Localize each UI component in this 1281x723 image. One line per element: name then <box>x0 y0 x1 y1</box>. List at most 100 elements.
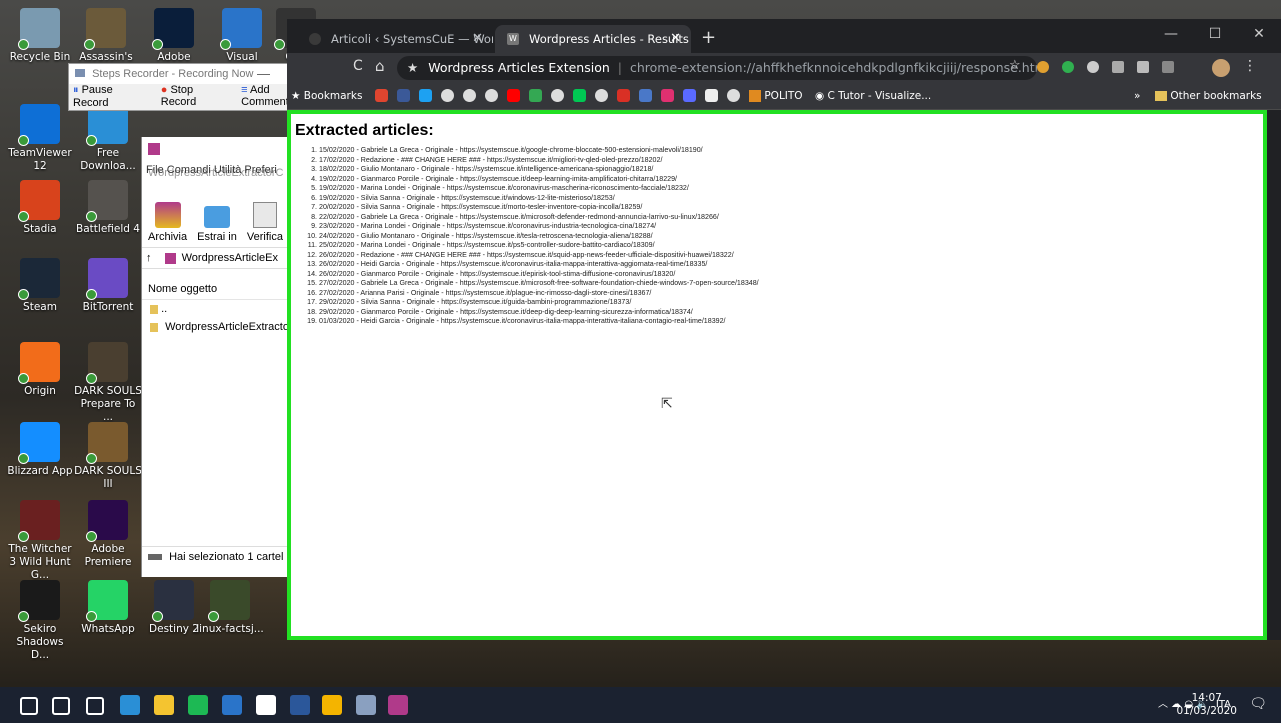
dropbox-icon[interactable] <box>683 89 696 102</box>
desktop-icon-label: Blizzard App <box>7 465 73 477</box>
edge-icon[interactable] <box>120 695 140 715</box>
bookmark-app-icon[interactable] <box>661 89 674 102</box>
verify-button[interactable]: Verifica <box>247 202 283 243</box>
desktop-icon-7[interactable]: Stadia <box>6 180 74 236</box>
globe-icon[interactable] <box>485 89 498 102</box>
extension-circle-icon[interactable] <box>1087 61 1099 73</box>
address-bar[interactable]: ★ Wordpress Articles Extension | chrome-… <box>397 56 1037 80</box>
desktop-icon-14[interactable]: DARK SOULS III <box>74 422 142 491</box>
bookmark-ctutor[interactable]: ◉ C Tutor - Visualize... <box>815 83 931 109</box>
desktop-icon-12[interactable]: DARK SOULS Prepare To ... <box>74 342 142 424</box>
extension-w-icon[interactable] <box>1162 61 1174 73</box>
twitter-icon[interactable] <box>419 89 432 102</box>
vscode-icon[interactable] <box>222 695 242 715</box>
address-bar[interactable]: ↑ WordpressArticleEx <box>142 247 288 269</box>
notification-icon[interactable]: 🗨 <box>1249 696 1267 712</box>
article-item: 19/02/2020 - Silvia Sanna - Originale - … <box>319 194 1263 204</box>
google-plus-icon[interactable] <box>375 89 388 102</box>
globe-icon[interactable] <box>595 89 608 102</box>
desktop-icon-17[interactable]: Sekiro Shadows D... <box>6 580 74 662</box>
start-icon[interactable] <box>20 697 38 715</box>
desktop-icon-15[interactable]: The Witcher 3 Wild Hunt G... <box>6 500 74 582</box>
facebook-icon[interactable] <box>397 89 410 102</box>
search-icon[interactable] <box>52 697 70 715</box>
desktop-icon-5[interactable]: TeamViewer 12 <box>6 104 74 173</box>
desktop-icon-11[interactable]: Origin <box>6 342 74 398</box>
home-icon[interactable]: ⌂ <box>375 57 385 75</box>
file-explorer-icon[interactable] <box>154 695 174 715</box>
extension-camera-icon[interactable] <box>1112 61 1124 73</box>
bookmark-polito[interactable]: POLITO <box>749 83 803 109</box>
desktop-icon-0[interactable]: Recycle Bin <box>6 8 74 64</box>
desktop-icon-label: DARK SOULS Prepare To ... <box>74 385 142 423</box>
chrome-icon[interactable] <box>322 695 342 715</box>
desktop-icon-2[interactable]: Adobe <box>140 8 208 64</box>
close-tab-icon[interactable]: ✕ <box>670 25 681 53</box>
extension-green-icon[interactable] <box>1062 61 1074 73</box>
desktop-icon-label: DARK SOULS III <box>74 465 142 490</box>
globe-icon[interactable] <box>727 89 740 102</box>
bookmark-star-icon[interactable]: ☆ <box>1009 58 1021 73</box>
word-icon[interactable] <box>290 695 310 715</box>
globe-icon[interactable] <box>441 89 454 102</box>
up-arrow-icon[interactable]: ↑ <box>146 252 152 264</box>
desktop-icon-9[interactable]: Steam <box>6 258 74 314</box>
extension-window-icon[interactable] <box>1137 61 1149 73</box>
desktop-icon-10[interactable]: BitTorrent <box>74 258 142 314</box>
globe-icon[interactable] <box>551 89 564 102</box>
archive-button[interactable]: Archivia <box>148 202 187 243</box>
play-icon[interactable] <box>573 89 586 102</box>
stop-record-button[interactable]: ● Stop Record <box>161 84 231 108</box>
desktop-icon-label: Battlefield 4 <box>76 223 140 235</box>
menu-icon[interactable]: ⋮ <box>1243 58 1257 74</box>
gmail-icon[interactable] <box>617 89 630 102</box>
desktop-icon-8[interactable]: Battlefield 4 <box>74 180 142 236</box>
desktop-icon-20[interactable]: linux-factsj... <box>196 580 264 636</box>
tab-articoli[interactable]: Articoli ‹ SystemsCuE — WordPr ✕ <box>297 25 493 53</box>
close-button[interactable]: ✕ <box>1237 19 1281 49</box>
bookmark-app-icon[interactable] <box>639 89 652 102</box>
amazon-icon[interactable] <box>705 89 718 102</box>
profile-avatar[interactable] <box>1212 59 1230 77</box>
other-bookmarks[interactable]: Other bookmarks <box>1155 83 1262 109</box>
winrar-icon[interactable] <box>388 695 408 715</box>
spotify-icon[interactable] <box>188 695 208 715</box>
close-tab-icon[interactable]: ✕ <box>472 25 483 53</box>
menu-bar[interactable]: File Comandi Utilità Preferi <box>142 161 288 179</box>
article-item: 23/02/2020 - Marina Londei - Originale -… <box>319 222 1263 232</box>
store-icon[interactable] <box>256 695 276 715</box>
extension-cookie-icon[interactable] <box>1037 61 1049 73</box>
reload-icon[interactable]: C <box>353 58 363 74</box>
desktop-icon-6[interactable]: Free Downloa... <box>74 104 142 173</box>
bookmarks-overflow[interactable]: » <box>1134 83 1140 109</box>
bookmarks-folder[interactable]: ★ Bookmarks <box>291 83 362 109</box>
youtube-icon[interactable] <box>507 89 520 102</box>
status-bar: Hai selezionato 1 cartel <box>142 546 288 567</box>
minimize-button[interactable]: — <box>1149 19 1193 49</box>
globe-icon[interactable] <box>463 89 476 102</box>
tab-strip: Articoli ‹ SystemsCuE — WordPr ✕ W Wordp… <box>287 19 1281 53</box>
tab-results[interactable]: W Wordpress Articles - Results ✕ <box>495 25 691 53</box>
desktop-icon-1[interactable]: Assassin's <box>72 8 140 64</box>
clock[interactable]: 14:07 01/03/2020 <box>1176 692 1237 718</box>
chrome-window[interactable]: Articoli ‹ SystemsCuE — WordPr ✕ W Wordp… <box>287 19 1281 640</box>
drive-icon[interactable] <box>529 89 542 102</box>
list-item[interactable]: WordpressArticleExtractorCl <box>142 318 288 336</box>
desktop-icon-16[interactable]: Adobe Premiere <box>74 500 142 569</box>
page-heading: Extracted articles: <box>295 122 434 139</box>
archive-window[interactable]: WordpressArticleExtractorC File Comandi … <box>141 137 288 577</box>
list-item[interactable]: .. <box>142 300 288 318</box>
desktop-icon-13[interactable]: Blizzard App <box>6 422 74 478</box>
column-header-name[interactable]: Nome oggetto <box>142 279 288 300</box>
new-tab-button[interactable]: + <box>701 25 716 51</box>
steps-recorder-icon[interactable] <box>356 695 376 715</box>
pause-record-button[interactable]: ⏸ Pause Record <box>73 84 151 109</box>
extract-button[interactable]: Estrai in <box>197 206 237 243</box>
task-view-icon[interactable] <box>86 697 104 715</box>
app-icon <box>18 258 60 300</box>
desktop-icon-18[interactable]: WhatsApp <box>74 580 142 636</box>
minimize-button[interactable]: — <box>257 66 270 81</box>
wordpress-icon <box>309 33 321 45</box>
maximize-button[interactable]: ☐ <box>1193 19 1237 49</box>
chevron-up-icon[interactable]: ︿ <box>1158 699 1168 710</box>
